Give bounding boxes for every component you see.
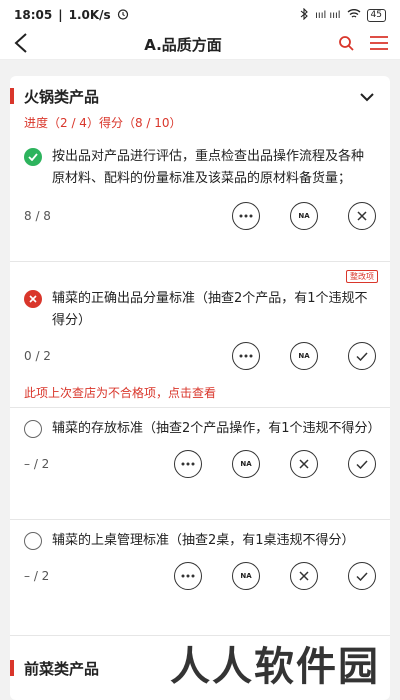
item-score: 0 / 2	[24, 349, 51, 363]
watermark: 人人软件园	[170, 643, 380, 690]
check-icon	[356, 571, 368, 581]
item-score: – / 2	[24, 569, 50, 583]
fail-button[interactable]	[348, 202, 376, 230]
menu-button[interactable]	[370, 35, 388, 54]
na-label: NA	[240, 572, 252, 580]
battery-icon: 45	[366, 8, 386, 22]
wifi-icon	[347, 8, 361, 22]
signal-icon: ıııl ıııl	[315, 9, 341, 21]
section-title: 火锅类产品	[24, 87, 100, 106]
item-text: 辅菜的上桌管理标准（抽查2桌，有1桌违规不得分）	[52, 533, 355, 548]
na-button[interactable]: NA	[232, 562, 260, 590]
status-speed: 1.0K/s	[68, 8, 111, 22]
check-icon	[24, 148, 42, 166]
fail-status-icon	[24, 290, 42, 308]
status-time: 18:05	[14, 8, 53, 22]
bluetooth-icon	[300, 7, 309, 23]
more-icon	[181, 462, 195, 466]
na-button[interactable]: NA	[232, 450, 260, 478]
section-marker	[10, 88, 14, 104]
chevron-down-icon[interactable]	[360, 87, 374, 106]
na-button[interactable]: NA	[290, 342, 318, 370]
pass-button[interactable]	[348, 450, 376, 478]
checklist-card: 火锅类产品 进度（2 / 4）得分（8 / 10） 按出品对产品进行评估，重点检…	[10, 76, 390, 700]
nav-bar: A.品质方面	[0, 30, 400, 60]
back-button[interactable]	[14, 32, 28, 57]
na-button[interactable]: NA	[290, 202, 318, 230]
item-text: 按出品对产品进行评估，重点检查出品操作流程及各种原材料、配料的份量标准及该菜品的…	[52, 149, 365, 186]
item-score: – / 2	[24, 457, 50, 471]
previous-fail-link[interactable]: 此项上次查店为不合格项，点击查看	[24, 384, 376, 401]
more-button[interactable]	[174, 450, 202, 478]
more-icon	[239, 214, 253, 218]
close-icon	[357, 211, 367, 221]
close-icon	[299, 571, 309, 581]
unchecked-icon	[24, 420, 42, 438]
checklist-item: 按出品对产品进行评估，重点检查出品操作流程及各种原材料、配料的份量标准及该菜品的…	[10, 138, 390, 262]
pass-button[interactable]	[348, 562, 376, 590]
menu-icon	[370, 36, 388, 50]
more-button[interactable]	[174, 562, 202, 590]
fail-button[interactable]	[290, 450, 318, 478]
unchecked-icon	[24, 532, 42, 550]
more-button[interactable]	[232, 202, 260, 230]
checklist-item: 整改项 辅菜的正确出品分量标准（抽查2个产品，有1个违规不得分） 0 / 2 N…	[10, 262, 390, 408]
status-bar: 18:05 | 1.0K/s ıııl ıııl 45	[0, 0, 400, 30]
rectification-tag: 整改项	[346, 270, 378, 283]
checklist-item: 辅菜的存放标准（抽查2个产品操作，有1个违规不得分） – / 2 NA	[10, 408, 390, 520]
check-icon	[356, 351, 368, 361]
page-title: A.品质方面	[144, 36, 222, 54]
checklist-item: 辅菜的上桌管理标准（抽查2桌，有1桌违规不得分） – / 2 NA	[10, 520, 390, 636]
search-icon	[339, 35, 354, 51]
item-score: 8 / 8	[24, 209, 51, 223]
search-button[interactable]	[338, 35, 354, 55]
na-label: NA	[298, 352, 310, 360]
section-progress: 进度（2 / 4）得分（8 / 10）	[24, 116, 182, 130]
more-button[interactable]	[232, 342, 260, 370]
na-label: NA	[298, 212, 310, 220]
section-title: 前菜类产品	[24, 659, 100, 678]
section-header[interactable]: 火锅类产品	[10, 80, 390, 112]
more-icon	[181, 574, 195, 578]
fail-button[interactable]	[290, 562, 318, 590]
chevron-left-icon	[14, 32, 27, 53]
alarm-icon	[117, 8, 129, 23]
section-marker	[10, 660, 14, 676]
pass-button[interactable]	[348, 342, 376, 370]
close-icon	[299, 459, 309, 469]
more-icon	[239, 354, 253, 358]
check-icon	[356, 459, 368, 469]
item-text: 辅菜的正确出品分量标准（抽查2个产品，有1个违规不得分）	[52, 291, 368, 328]
item-text: 辅菜的存放标准（抽查2个产品操作，有1个违规不得分）	[52, 421, 381, 436]
na-label: NA	[240, 460, 252, 468]
